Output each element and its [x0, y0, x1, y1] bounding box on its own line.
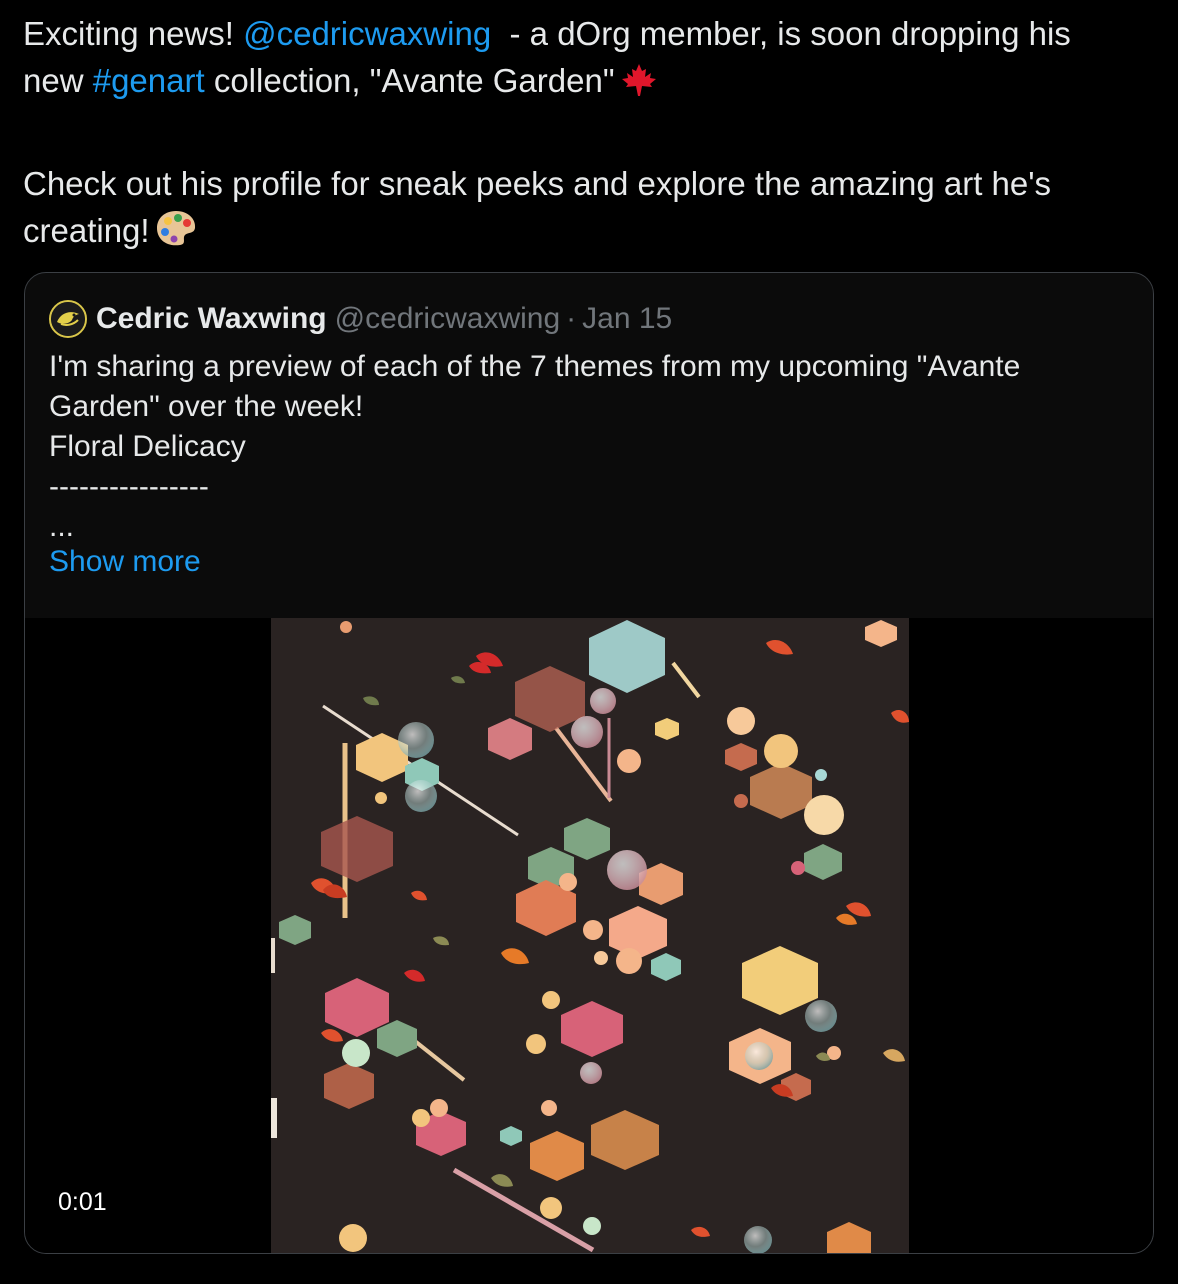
avatar[interactable]: [49, 300, 87, 338]
quoted-tweet-header: Cedric Waxwing @cedricwaxwing · Jan 15: [49, 299, 672, 339]
waxwing-bird-icon: [51, 302, 85, 336]
artist-palette-icon: [154, 208, 198, 260]
mention-link[interactable]: @cedricwaxwing: [243, 15, 491, 52]
video-timestamp: 0:01: [49, 1184, 116, 1221]
tweet-text: Exciting news! @cedricwaxwing - a dOrg m…: [23, 10, 1153, 260]
tweet-line-2-prefix: new: [23, 62, 93, 99]
tweet-line-1-rest: - a dOrg member, is soon dropping his: [491, 15, 1071, 52]
tweet-line-1: Exciting news! @cedricwaxwing - a dOrg m…: [23, 10, 1153, 57]
quote-line: ...: [49, 510, 75, 543]
video-frame[interactable]: [271, 618, 909, 1253]
post-date[interactable]: Jan 15: [582, 302, 672, 336]
quote-line: Garden" over the week!: [49, 390, 364, 423]
author-handle[interactable]: @cedricwaxwing: [335, 302, 561, 336]
show-more-link[interactable]: Show more: [49, 545, 201, 579]
quote-line: I'm sharing a preview of each of the 7 t…: [49, 350, 1021, 383]
hashtag-link[interactable]: #genart: [93, 62, 205, 99]
quoted-tweet-card[interactable]: Cedric Waxwing @cedricwaxwing · Jan 15 I…: [24, 272, 1154, 1254]
tweet-line-2-rest: collection, "Avante Garden": [204, 62, 615, 99]
quote-line: ----------------: [49, 470, 209, 503]
maple-leaf-icon: [619, 62, 659, 110]
quoted-tweet-body: I'm sharing a preview of each of the 7 t…: [49, 347, 1129, 547]
separator-dot: ·: [566, 302, 577, 335]
tweet-paragraph-2: Check out his profile for sneak peeks an…: [23, 160, 1153, 260]
author-name[interactable]: Cedric Waxwing: [96, 302, 327, 336]
quote-line: Floral Delicacy: [49, 430, 246, 463]
video-player[interactable]: 0:01: [25, 618, 1153, 1253]
tweet-line-2: new #genart collection, "Avante Garden": [23, 57, 1153, 110]
generative-art-preview: [271, 618, 909, 1253]
tweet-intro-text: Exciting news!: [23, 15, 244, 52]
